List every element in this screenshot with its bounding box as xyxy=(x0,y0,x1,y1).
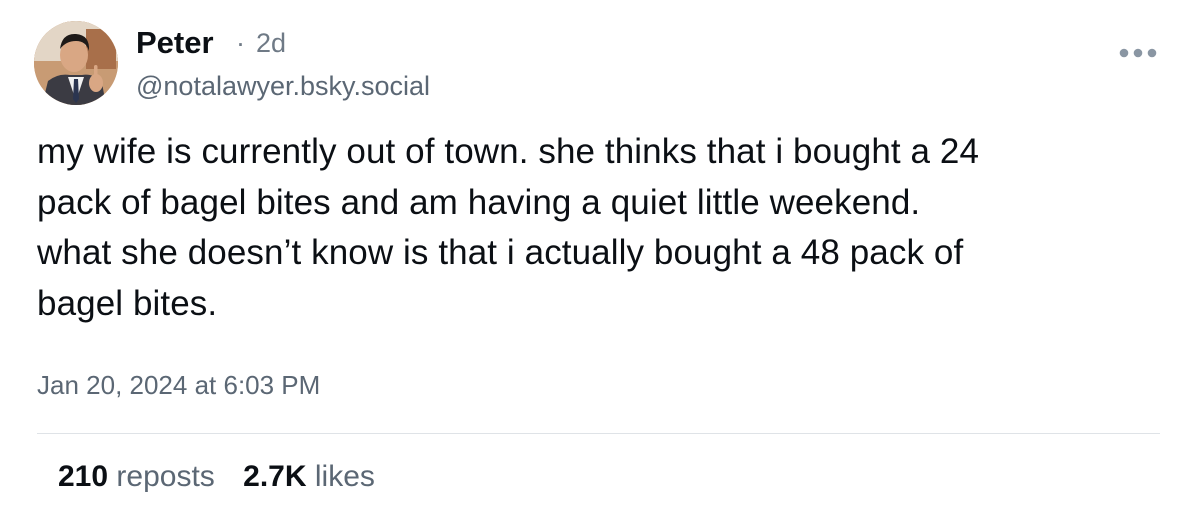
reposts-stat[interactable]: 210 reposts xyxy=(58,458,215,496)
reposts-count: 210 xyxy=(58,460,109,493)
more-options-button[interactable] xyxy=(1116,42,1160,64)
post-card: Peter · 2d @notalawyer.bsky.social my wi… xyxy=(0,0,1182,514)
more-horizontal-icon xyxy=(1119,48,1157,58)
post-time-ago[interactable]: 2d xyxy=(256,24,286,62)
post-stats: 210 reposts 2.7K likes xyxy=(58,458,375,496)
post-text: my wife is currently out of town. she th… xyxy=(37,132,980,323)
author-display-name[interactable]: Peter xyxy=(136,24,214,62)
meta-separator: · xyxy=(236,28,245,58)
reposts-label: reposts xyxy=(116,460,215,493)
likes-stat[interactable]: 2.7K likes xyxy=(243,458,375,496)
likes-label: likes xyxy=(314,460,375,493)
avatar-image xyxy=(34,21,118,105)
divider xyxy=(37,433,1160,434)
avatar[interactable] xyxy=(34,21,118,105)
author-handle[interactable]: @notalawyer.bsky.social xyxy=(136,68,430,104)
likes-count: 2.7K xyxy=(243,460,307,493)
post-timestamp: Jan 20, 2024 at 6:03 PM xyxy=(37,370,321,400)
